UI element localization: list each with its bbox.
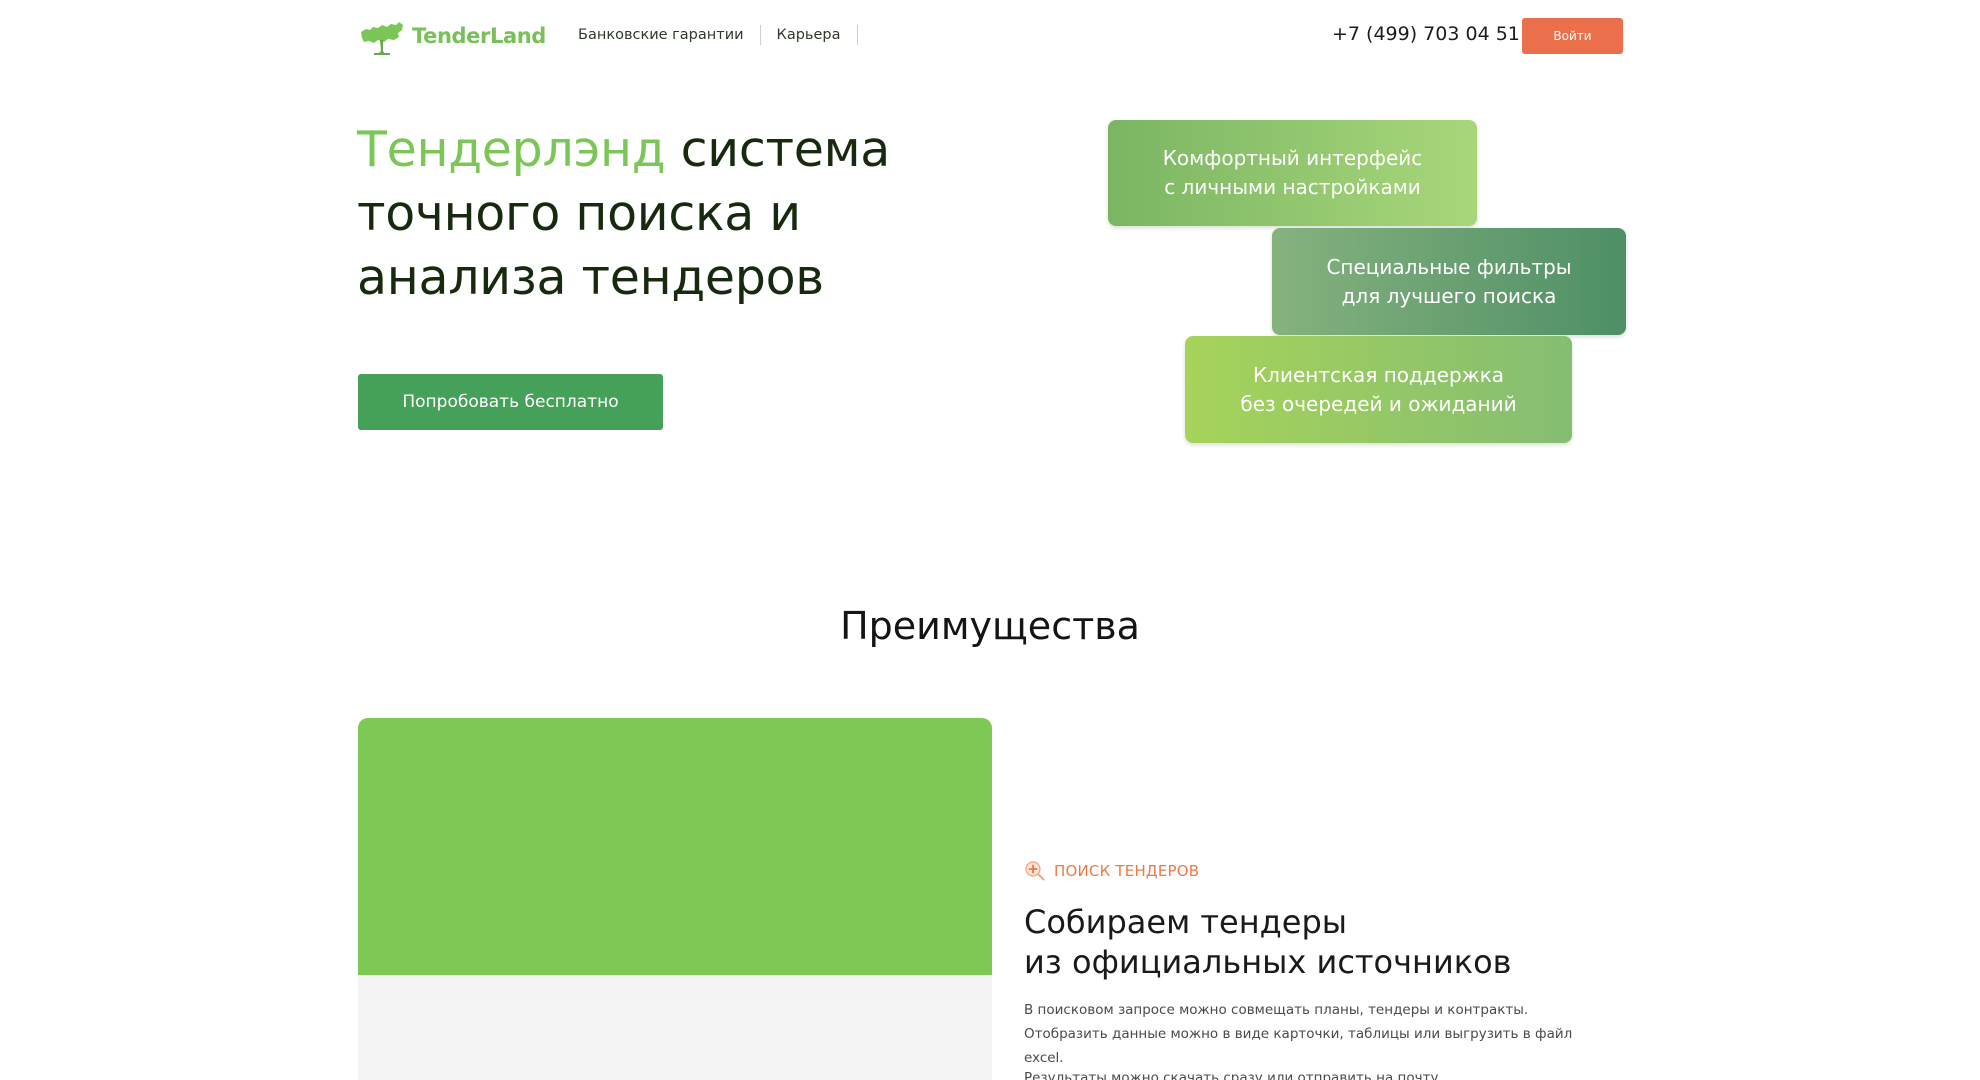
advantage-tag-label: ПОИСК ТЕНДЕРОВ xyxy=(1054,862,1200,880)
feature-card-filters: Специальные фильтры для лучшего поиска xyxy=(1272,228,1626,335)
advantage-description: В поисковом запросе можно совмещать план… xyxy=(1024,1002,1573,1066)
phone-link[interactable]: +7 (499) 703 04 51 xyxy=(1332,23,1520,45)
advantage-illustration xyxy=(358,718,992,1080)
site-header: TenderLand Банковские гарантии Карьера +… xyxy=(0,0,1980,72)
nav-divider xyxy=(856,25,858,45)
illustration-banner xyxy=(358,718,992,975)
hero-title-accent: Тендерлэнд xyxy=(357,121,666,178)
advantage-item-title: Собираем тендеры из официальных источник… xyxy=(1024,902,1584,982)
feature-card-line: Комфортный интерфейс xyxy=(1162,146,1423,170)
feature-card-line: Клиентская поддержка xyxy=(1252,362,1505,387)
nav-item-bank-guarantees[interactable]: Банковские гарантии xyxy=(578,27,744,43)
search-plus-icon xyxy=(1025,861,1045,881)
advantage-title-line: из официальных источников xyxy=(1024,943,1512,981)
feature-card-line: с личными настройками xyxy=(1164,175,1421,199)
main-nav: Банковские гарантии Карьера xyxy=(578,24,874,46)
advantages-title: Преимущества xyxy=(840,604,1140,648)
feature-card-interface: Комфортный интерфейс с личными настройка… xyxy=(1108,120,1477,226)
feature-card-line: Специальные фильтры xyxy=(1326,254,1572,279)
feature-card-support: Клиентская поддержка без очередей и ожид… xyxy=(1185,336,1572,443)
feature-card-line: без очередей и ожиданий xyxy=(1240,391,1517,416)
advantage-description-secondary: Результаты можно скачать сразу или отпра… xyxy=(1024,1070,1439,1080)
login-button[interactable]: Войти xyxy=(1522,18,1623,54)
nav-item-careers[interactable]: Карьера xyxy=(777,27,841,43)
nav-divider xyxy=(759,25,761,45)
try-free-button[interactable]: Попробовать бесплатно xyxy=(358,374,663,430)
advantage-title-line: Собираем тендеры xyxy=(1024,903,1348,941)
logo-wordmark: TenderLand xyxy=(412,24,546,48)
feature-card-line: для лучшего поиска xyxy=(1341,283,1557,308)
logo-link[interactable]: TenderLand xyxy=(358,16,546,56)
tree-map-logo-icon xyxy=(361,22,403,55)
hero-title: Тендерлэнд система точного поиска и анал… xyxy=(357,118,977,310)
advantage-tag: ПОИСК ТЕНДЕРОВ xyxy=(1024,860,1199,882)
